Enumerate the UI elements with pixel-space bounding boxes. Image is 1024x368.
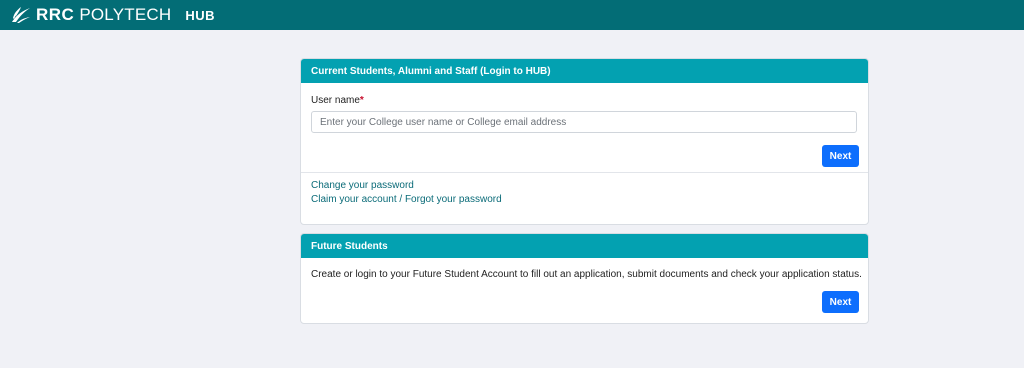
change-password-link[interactable]: Change your password	[311, 180, 414, 191]
login-next-button[interactable]: Next	[822, 145, 859, 167]
future-students-card: Future Students Create or login to your …	[300, 233, 869, 324]
username-input[interactable]	[311, 111, 857, 133]
login-card-header: Current Students, Alumni and Staff (Logi…	[301, 59, 868, 83]
card-divider	[301, 172, 868, 173]
forgot-password-link[interactable]: Forgot your password	[405, 194, 502, 205]
logo-text-rrc: RRC	[36, 5, 75, 24]
username-label: User name*	[311, 95, 364, 106]
username-label-text: User name	[311, 95, 360, 106]
future-students-description: Create or login to your Future Student A…	[311, 269, 862, 280]
leaf-logo-icon	[12, 7, 30, 23]
link-separator: /	[399, 194, 403, 205]
claim-account-link[interactable]: Claim your account	[311, 194, 397, 205]
account-links: Change your password Claim your account …	[311, 179, 502, 207]
future-students-card-header: Future Students	[301, 234, 868, 258]
logo-text-polytech: POLYTECH	[79, 5, 172, 24]
top-navigation-bar: RRC POLYTECH HUB	[0, 0, 1024, 30]
future-students-next-button[interactable]: Next	[822, 291, 859, 313]
login-card: Current Students, Alumni and Staff (Logi…	[300, 58, 869, 225]
hub-title[interactable]: HUB	[185, 8, 215, 23]
required-asterisk: *	[359, 95, 364, 106]
rrc-polytech-logo[interactable]: RRC POLYTECH	[10, 5, 171, 25]
